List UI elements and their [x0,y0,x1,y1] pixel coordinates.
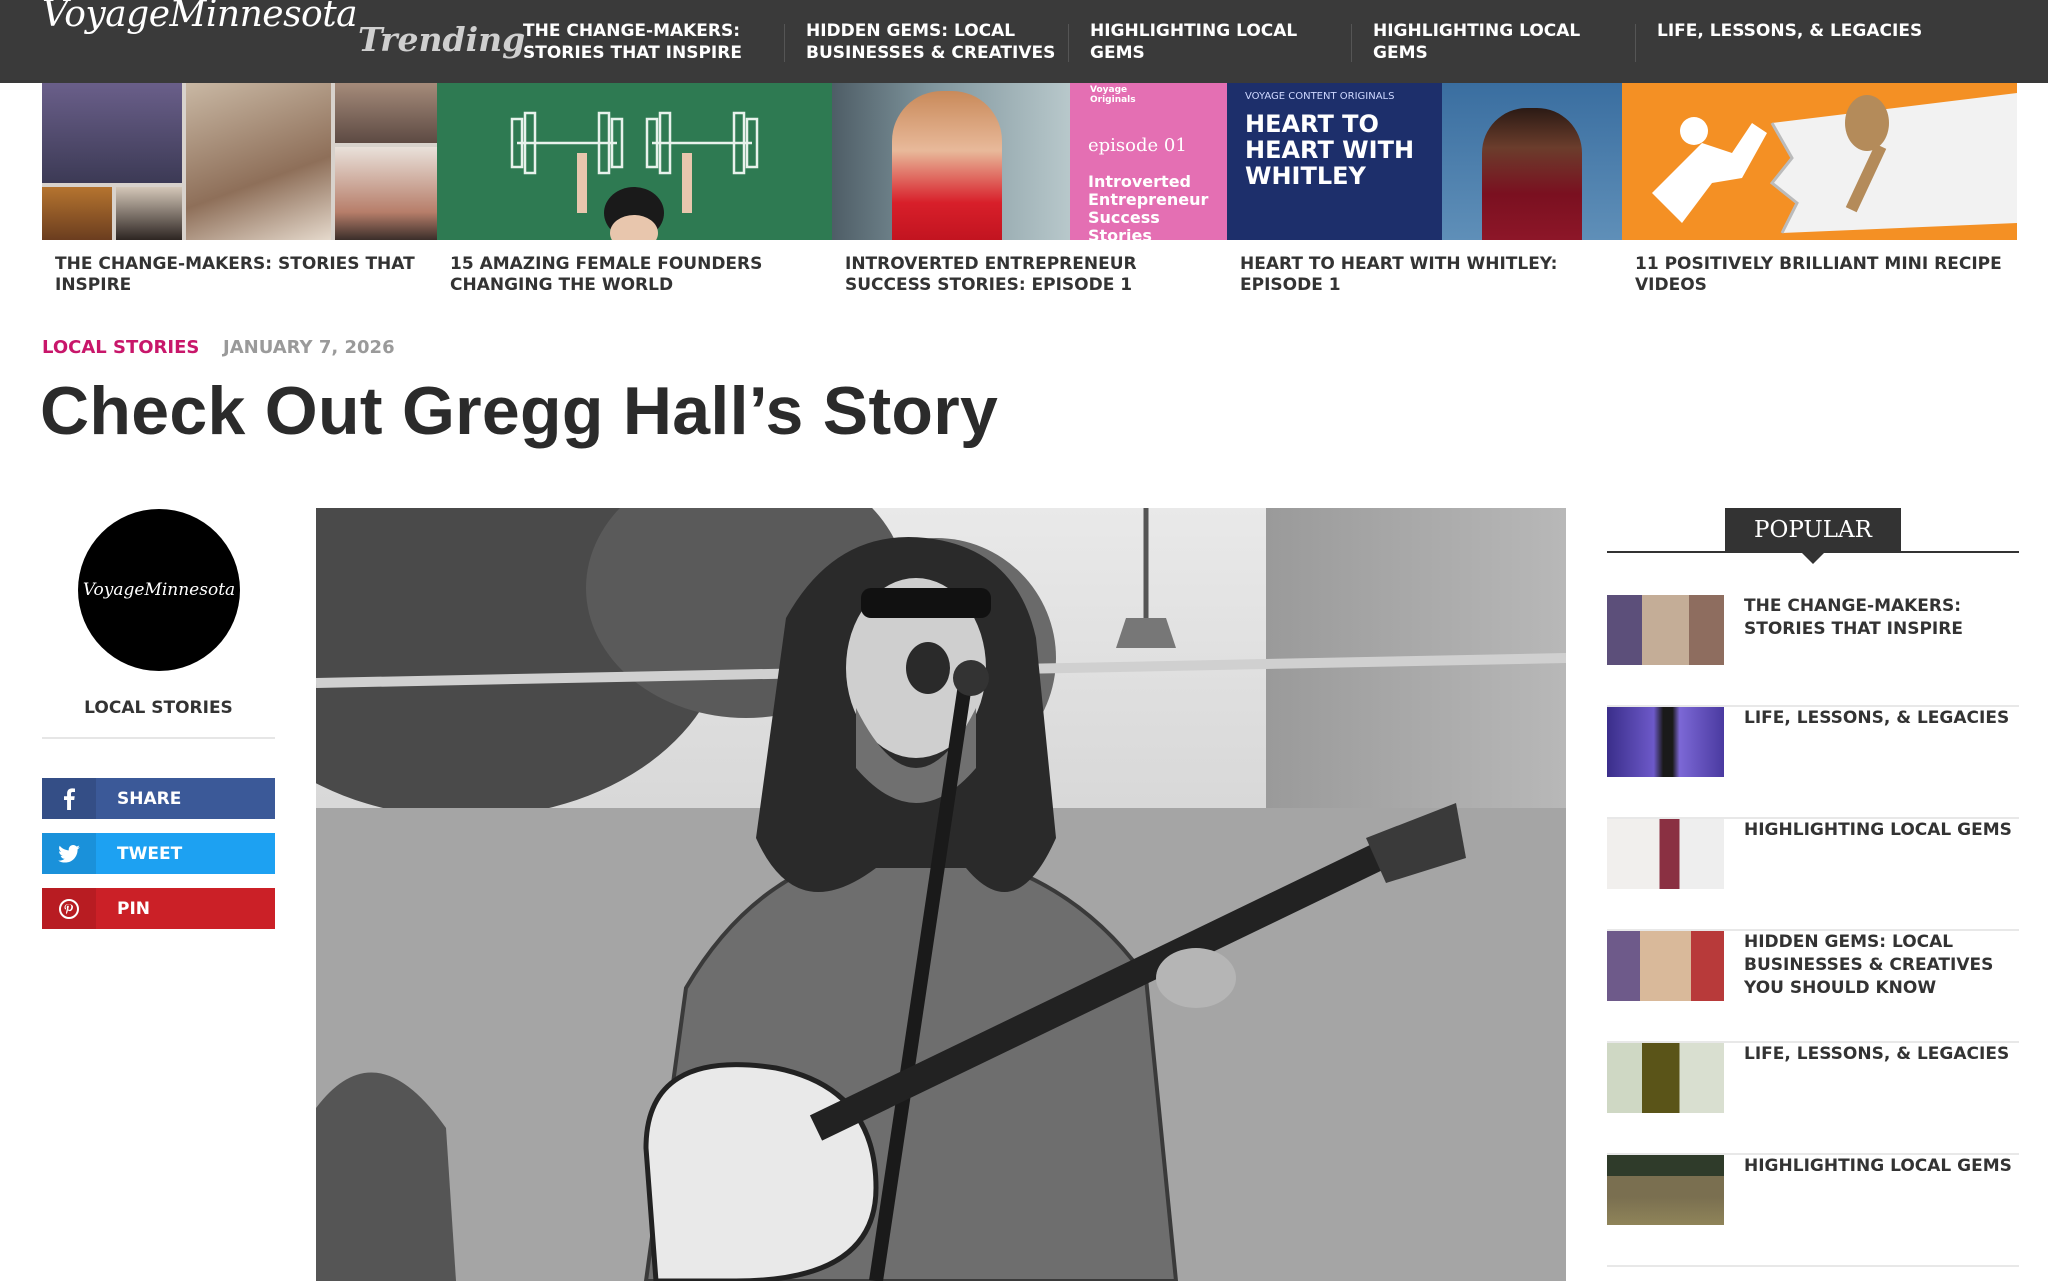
popular-heading-caret [1801,552,1825,564]
popular-item-title: HIGHLIGHTING LOCAL GEMS [1744,1156,2012,1176]
trending-thumb-recipe-videos[interactable] [1622,83,2017,240]
author-category-link[interactable]: LOCAL STORIES [42,698,275,718]
author-avatar[interactable]: VoyageMinnesota [78,509,240,671]
popular-thumb [1607,1043,1724,1113]
overlay-episode: episode 01 [1088,135,1187,156]
trending-thumb-introverted-entrepreneur[interactable]: Voyage Originals episode 01 Introverted … [832,83,1227,240]
topnav-item-life-lessons[interactable]: LIFE, LESSONS, & LEGACIES [1657,20,1957,66]
article-category-link[interactable]: LOCAL STORIES [42,337,199,358]
portrait-woman [1482,108,1582,240]
portrait-woman [892,91,1002,240]
popular-item[interactable]: HIGHLIGHTING LOCAL GEMS [1607,1155,2019,1267]
topnav-item-change-makers[interactable]: THE CHANGE-MAKERS: STORIES THAT INSPIRE [523,20,763,66]
topnav-item-hidden-gems[interactable]: HIDDEN GEMS: LOCAL BUSINESSES & CREATIVE… [806,20,1066,66]
pinterest-share-button[interactable]: PIN [42,888,275,929]
popular-item-title: THE CHANGE-MAKERS: STORIES THAT INSPIRE [1744,596,1963,639]
popular-heading: POPULAR [1725,508,1901,552]
topnav-item-local-gems[interactable]: HIGHLIGHTING LOCAL GEMS [1090,20,1320,66]
trending-thumb-female-founders[interactable] [437,83,832,240]
popular-item-title: LIFE, LESSONS, & LEGACIES [1744,708,2010,728]
collage-photo [335,83,437,143]
article-headline: Check Out Gregg Hall’s Story [40,373,999,449]
avatar-logo-text: VoyageMinnesota [82,580,236,600]
twitter-share-button[interactable]: TWEET [42,833,275,874]
overlay-small-label: Voyage Originals [1090,85,1136,105]
popular-item-title: LIFE, LESSONS, & LEGACIES [1744,1044,2010,1064]
site-logo[interactable]: VoyageMinnesota [42,0,358,35]
musician-photo-illustration [316,508,1566,1281]
popular-item[interactable]: THE CHANGE-MAKERS: STORIES THAT INSPIRE [1607,595,2019,707]
title-panel: VOYAGE CONTENT ORIGINALS HEART TO HEART … [1227,83,1442,240]
trending-thumb-heart-to-heart[interactable]: VOYAGE CONTENT ORIGINALS HEART TO HEART … [1227,83,1622,240]
popular-thumb [1607,1155,1724,1225]
popular-item-title: HIDDEN GEMS: LOCAL BUSINESSES & CREATIVE… [1744,932,1994,998]
trending-title[interactable]: THE CHANGE-MAKERS: STORIES THAT INSPIRE [55,254,425,296]
divider [42,737,275,739]
facebook-share-label: SHARE [117,789,182,809]
popular-thumb [1607,595,1724,665]
overlay-small-label: VOYAGE CONTENT ORIGINALS [1245,91,1395,102]
popular-item[interactable]: HIGHLIGHTING LOCAL GEMS [1607,819,2019,931]
trending-title[interactable]: HEART TO HEART WITH WHITLEY: EPISODE 1 [1240,254,1610,296]
pinterest-icon [42,888,96,929]
collage-photo [335,147,437,240]
collage-photo [42,83,182,183]
facebook-icon [42,778,96,819]
popular-thumb [1607,931,1724,1001]
episode-overlay: Voyage Originals episode 01 Introverted … [1070,83,1227,240]
torn-paper-illustration [1652,93,2017,234]
popular-thumb [1607,819,1724,889]
collage-photo [116,187,182,240]
topnav-item-local-gems-2[interactable]: HIGHLIGHTING LOCAL GEMS [1373,20,1603,66]
trending-thumb-change-makers[interactable] [42,83,437,240]
topnav-divider [1635,24,1636,62]
overlay-text: HEART TO HEART WITH WHITLEY [1245,110,1415,190]
twitter-icon [42,833,96,874]
trending-title[interactable]: 11 POSITIVELY BRILLIANT MINI RECIPE VIDE… [1635,254,2005,296]
topnav-divider [1351,24,1352,62]
trending-title[interactable]: 15 AMAZING FEMALE FOUNDERS CHANGING THE … [450,254,820,296]
article-hero-image [316,508,1566,1281]
popular-item[interactable]: LIFE, LESSONS, & LEGACIES [1607,1043,2019,1155]
chalk-dumbbells-illustration [510,111,759,240]
popular-thumb [1607,707,1724,777]
trending-title[interactable]: INTROVERTED ENTREPRENEUR SUCCESS STORIES… [845,254,1215,296]
facebook-share-button[interactable]: SHARE [42,778,275,819]
overlay-text: Introverted Entrepreneur Success Stories [1088,172,1209,241]
pinterest-share-label: PIN [117,899,151,919]
topnav-divider [1068,24,1069,62]
collage-photo [186,83,331,240]
topnav-divider [784,24,785,62]
twitter-share-label: TWEET [117,844,183,864]
trending-label: Trending [358,20,526,59]
popular-item-title: HIGHLIGHTING LOCAL GEMS [1744,820,2012,840]
popular-item[interactable]: HIDDEN GEMS: LOCAL BUSINESSES & CREATIVE… [1607,931,2019,1043]
top-bar: VoyageMinnesota Trending THE CHANGE-MAKE… [0,0,2048,83]
collage-photo [42,187,112,240]
article-date: JANUARY 7, 2026 [223,337,395,358]
popular-item[interactable]: LIFE, LESSONS, & LEGACIES [1607,707,2019,819]
